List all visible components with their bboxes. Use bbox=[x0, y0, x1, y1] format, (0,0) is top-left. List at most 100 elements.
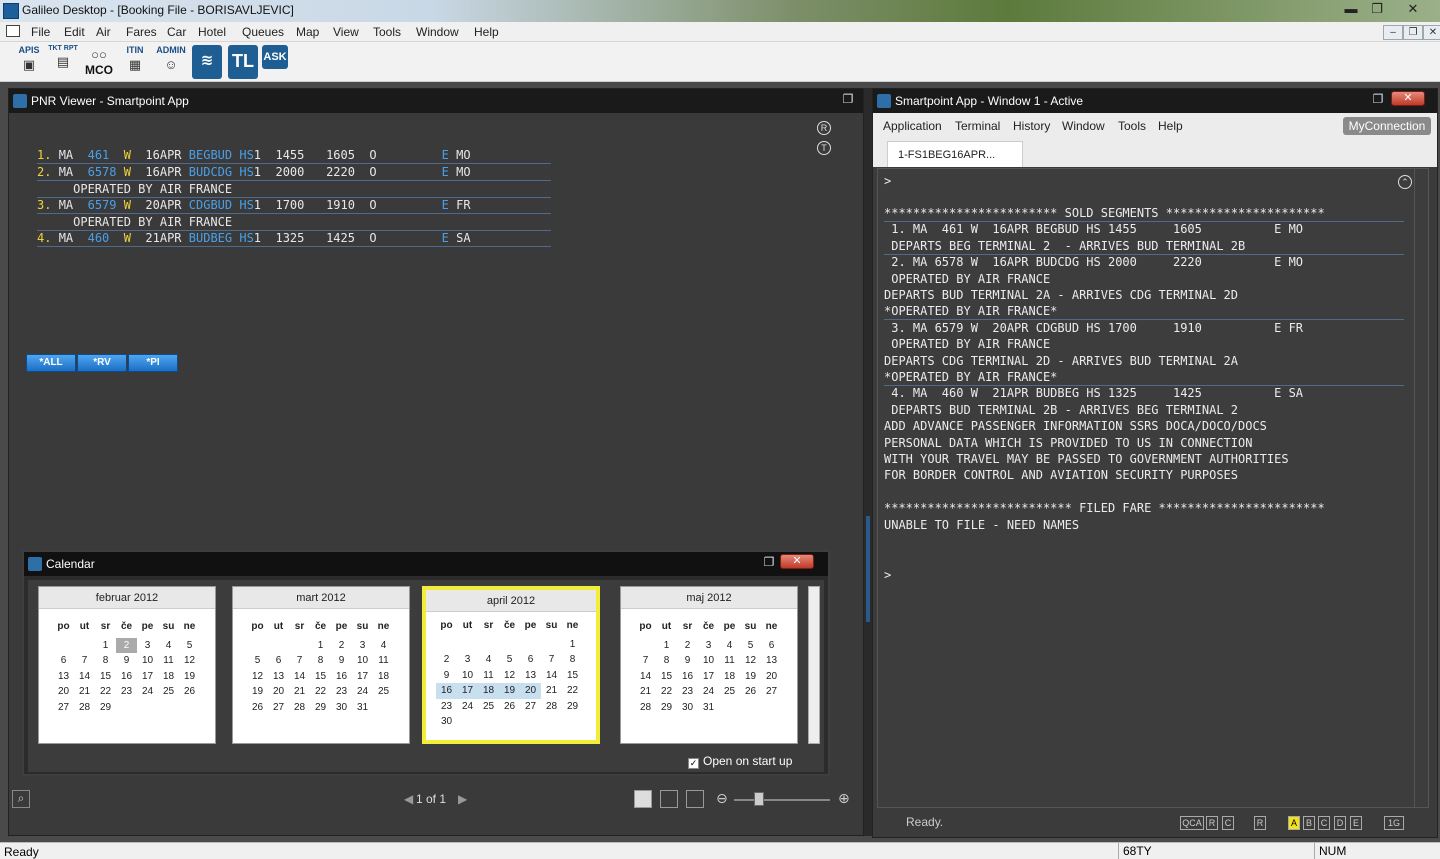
mdi-minimize-button[interactable]: – bbox=[1383, 25, 1403, 40]
prev-page-icon[interactable]: ◀ bbox=[404, 792, 413, 806]
menu-hotel[interactable]: Hotel bbox=[198, 25, 226, 39]
smartpoint-button[interactable]: ≋ bbox=[192, 45, 222, 79]
menu-car[interactable]: Car bbox=[167, 25, 186, 39]
menu-air[interactable]: Air bbox=[96, 25, 111, 39]
calendar-day[interactable]: 18 bbox=[158, 669, 179, 685]
calendar-day[interactable]: 29 bbox=[310, 700, 331, 716]
calendar-day[interactable]: 13 bbox=[761, 653, 782, 669]
all-button[interactable]: *ALL bbox=[26, 354, 76, 372]
calendar-day[interactable]: 1 bbox=[656, 638, 677, 654]
calendar-day[interactable]: 1 bbox=[310, 638, 331, 654]
menu-edit[interactable]: Edit bbox=[64, 25, 85, 39]
menu-fares[interactable]: Fares bbox=[126, 25, 157, 39]
calendar-day[interactable]: 13 bbox=[520, 668, 541, 684]
document-icon[interactable] bbox=[6, 25, 20, 37]
menu-view[interactable]: View bbox=[333, 25, 359, 39]
smartpoint-undock-icon[interactable]: ❐ bbox=[1369, 92, 1387, 108]
calendar-day[interactable]: 3 bbox=[352, 638, 373, 654]
calendar-day[interactable]: 19 bbox=[179, 669, 200, 685]
calendar-day[interactable]: 17 bbox=[698, 669, 719, 685]
mdi-close-button[interactable]: ✕ bbox=[1423, 25, 1440, 40]
pnr-segment-row[interactable]: 1. MA 461 W 16APR BEGBUD HS1 1455 1605 O… bbox=[37, 147, 551, 164]
calendar-day[interactable]: 11 bbox=[373, 653, 394, 669]
calendar-day[interactable]: 31 bbox=[698, 700, 719, 716]
detail-view-icon[interactable] bbox=[686, 790, 704, 808]
calendar-day[interactable]: 6 bbox=[53, 653, 74, 669]
calendar-day[interactable]: 24 bbox=[698, 684, 719, 700]
calendar-day[interactable]: 9 bbox=[436, 668, 457, 684]
panel-splitter[interactable] bbox=[864, 88, 872, 836]
calendar-day[interactable]: 16 bbox=[116, 669, 137, 685]
key-indicator[interactable]: R bbox=[1254, 816, 1266, 830]
calendar-day[interactable]: 27 bbox=[520, 699, 541, 715]
calendar-day[interactable]: 26 bbox=[740, 684, 761, 700]
calendar-day[interactable]: 23 bbox=[677, 684, 698, 700]
calendar-day[interactable]: 16 bbox=[677, 669, 698, 685]
rv-button[interactable]: *RV bbox=[77, 354, 127, 372]
calendar-day[interactable]: 23 bbox=[436, 699, 457, 715]
calendar-day[interactable]: 17 bbox=[137, 669, 158, 685]
tl-button[interactable]: TL bbox=[228, 45, 258, 79]
menu-queues[interactable]: Queues bbox=[242, 25, 284, 39]
tab-booking[interactable]: 1-FS1BEG16APR... bbox=[887, 141, 1023, 167]
calendar-day[interactable]: 16 bbox=[331, 669, 352, 685]
calendar-day[interactable]: 19 bbox=[247, 684, 268, 700]
calendar-day[interactable]: 10 bbox=[137, 653, 158, 669]
calendar-day[interactable]: 18 bbox=[478, 683, 499, 699]
calendar-day[interactable]: 3 bbox=[457, 652, 478, 668]
calendar-day[interactable]: 8 bbox=[656, 653, 677, 669]
calendar-day[interactable]: 4 bbox=[373, 638, 394, 654]
terminal-scrollbar[interactable] bbox=[1414, 169, 1426, 807]
sp-menu-application[interactable]: Application bbox=[883, 119, 942, 133]
calendar-day[interactable]: 5 bbox=[179, 638, 200, 654]
calendar-day[interactable]: 22 bbox=[310, 684, 331, 700]
key-indicator[interactable]: C bbox=[1318, 816, 1330, 830]
calendar-close-button[interactable]: ✕ bbox=[780, 554, 814, 569]
calendar-day[interactable]: 8 bbox=[562, 652, 583, 668]
t-circle-icon[interactable]: T bbox=[817, 141, 831, 155]
calendar-day[interactable]: 14 bbox=[74, 669, 95, 685]
calendar-day[interactable]: 3 bbox=[698, 638, 719, 654]
calendar-day[interactable]: 12 bbox=[179, 653, 200, 669]
sp-menu-help[interactable]: Help bbox=[1158, 119, 1183, 133]
calendar-scrollbar[interactable] bbox=[808, 586, 820, 744]
calendar-day[interactable]: 12 bbox=[247, 669, 268, 685]
calendar-day[interactable]: 24 bbox=[352, 684, 373, 700]
calendar-day[interactable]: 20 bbox=[761, 669, 782, 685]
key-indicator[interactable]: C bbox=[1222, 816, 1234, 830]
terminal-output[interactable]: > ⌃ ************************ SOLD SEGMEN… bbox=[877, 168, 1429, 808]
zoom-slider-track[interactable] bbox=[734, 799, 830, 801]
calendar-day[interactable]: 1 bbox=[562, 637, 583, 653]
minimize-button[interactable]: ▬ bbox=[1338, 0, 1364, 20]
calendar-day[interactable]: 30 bbox=[436, 714, 457, 730]
calendar-day[interactable]: 2 bbox=[116, 637, 137, 653]
key-indicator[interactable]: QCA bbox=[1180, 816, 1204, 830]
calendar-day[interactable]: 15 bbox=[95, 669, 116, 685]
sp-menu-history[interactable]: History bbox=[1013, 119, 1050, 133]
calendar-day[interactable]: 22 bbox=[656, 684, 677, 700]
calendar-day[interactable]: 7 bbox=[635, 653, 656, 669]
r-circle-icon[interactable]: R bbox=[817, 121, 831, 135]
ask-button[interactable]: ASK bbox=[262, 45, 288, 69]
smartpoint-close-button[interactable]: ✕ bbox=[1391, 91, 1425, 106]
next-page-icon[interactable]: ▶ bbox=[458, 792, 467, 806]
sp-menu-window[interactable]: Window bbox=[1062, 119, 1105, 133]
calendar-day[interactable]: 23 bbox=[331, 684, 352, 700]
calendar-day[interactable]: 11 bbox=[158, 653, 179, 669]
calendar-day[interactable]: 14 bbox=[635, 669, 656, 685]
calendar-day[interactable]: 20 bbox=[268, 684, 289, 700]
calendar-day[interactable]: 19 bbox=[740, 669, 761, 685]
calendar-day[interactable]: 5 bbox=[740, 638, 761, 654]
zoom-out-icon[interactable]: ⊖ bbox=[716, 790, 728, 807]
calendar-day[interactable]: 12 bbox=[499, 668, 520, 684]
calendar-day[interactable]: 18 bbox=[373, 669, 394, 685]
key-indicator[interactable]: D bbox=[1334, 816, 1346, 830]
calendar-day[interactable]: 30 bbox=[331, 700, 352, 716]
calendar-day[interactable]: 15 bbox=[562, 668, 583, 684]
menu-file[interactable]: File bbox=[31, 25, 50, 39]
calendar-day[interactable]: 9 bbox=[116, 653, 137, 669]
calendar-day[interactable]: 22 bbox=[95, 684, 116, 700]
calendar-day[interactable]: 14 bbox=[541, 668, 562, 684]
terminal-scroll-up-icon[interactable]: ⌃ bbox=[1398, 175, 1412, 189]
calendar-day[interactable]: 21 bbox=[74, 684, 95, 700]
